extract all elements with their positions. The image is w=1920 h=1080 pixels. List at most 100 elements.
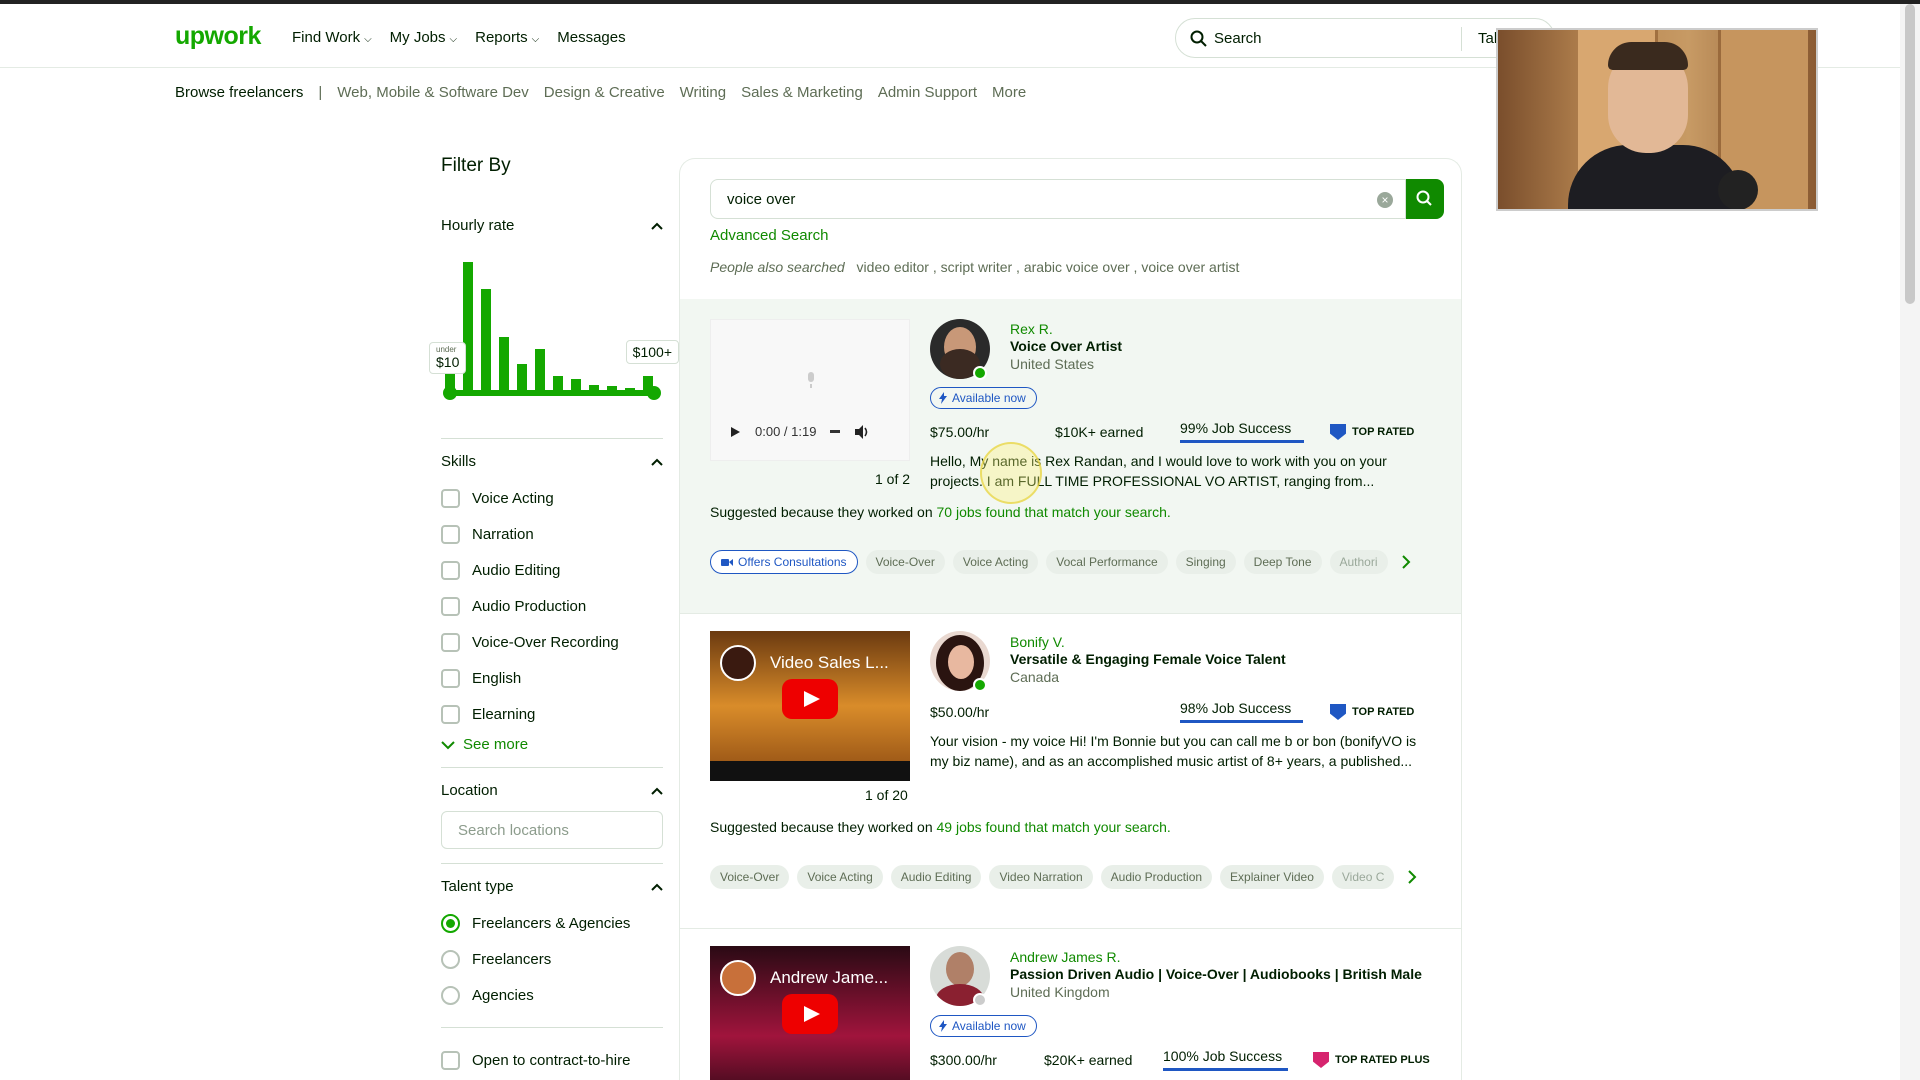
rate-slider-max-handle[interactable] <box>647 386 661 400</box>
category-writing[interactable]: Writing <box>680 84 726 101</box>
talent-agencies-radio[interactable]: Agencies <box>441 977 663 1013</box>
category-sales[interactable]: Sales & Marketing <box>741 84 863 101</box>
people-also-searched: People also searched video editor , scri… <box>710 259 1240 275</box>
skill-audio-production-checkbox[interactable]: Audio Production <box>441 588 663 624</box>
histogram-bar <box>481 289 491 394</box>
freelancer-name[interactable]: Andrew James R. <box>1010 949 1120 965</box>
page-scrollbar[interactable] <box>1900 4 1920 1080</box>
histogram-bar <box>499 337 509 394</box>
cursor-highlight <box>980 442 1042 504</box>
freelancer-title[interactable]: Versatile & Engaging Female Voice Talent <box>1010 651 1286 667</box>
offers-consultations-tag[interactable]: Offers Consultations <box>710 550 858 574</box>
talent-freelancers-agencies-radio[interactable]: Freelancers & Agencies <box>441 905 663 941</box>
skill-tag[interactable]: Audio Editing <box>890 865 982 889</box>
freelancer-card[interactable]: 0:00 / 1:19 1 of 2 Rex R. Voice Over Art… <box>680 299 1461 614</box>
freelancer-card[interactable]: Video Sales L... 1 of 20 Bonify V. Versa… <box>680 614 1461 929</box>
play-icon[interactable] <box>782 994 838 1034</box>
volume-icon[interactable] <box>854 424 870 439</box>
play-icon[interactable] <box>782 679 838 719</box>
video-thumbnail[interactable]: Andrew Jame... <box>710 946 910 1080</box>
matching-jobs-link[interactable]: 49 jobs found that match your search. <box>937 819 1171 835</box>
shield-icon <box>1313 1052 1329 1068</box>
also-searched-link[interactable]: voice over artist <box>1141 259 1239 275</box>
talent-type-header[interactable]: Talent type <box>441 878 663 895</box>
freelancer-title[interactable]: Voice Over Artist <box>1010 338 1122 354</box>
also-searched-link[interactable]: video editor , <box>857 259 937 275</box>
see-more-skills-link[interactable]: See more <box>441 736 663 753</box>
video-thumbnail[interactable]: Video Sales L... <box>710 631 910 781</box>
rate-slider-track[interactable] <box>449 390 655 396</box>
skill-english-checkbox[interactable]: English <box>441 660 663 696</box>
search-scope-dropdown[interactable]: Tal <box>1478 30 1497 47</box>
advanced-search-link[interactable]: Advanced Search <box>710 227 828 244</box>
category-separator: | <box>318 84 323 101</box>
hourly-rate: $50.00/hr <box>930 704 990 720</box>
skill-tag[interactable]: Video Narration <box>989 865 1093 889</box>
top-rated-plus-badge: TOP RATED PLUS <box>1313 1052 1430 1068</box>
freelancer-country: United States <box>1010 356 1095 372</box>
shield-icon <box>1330 704 1346 720</box>
skill-tag[interactable]: Voice Acting <box>952 550 1039 574</box>
chevron-up-icon <box>651 787 663 795</box>
freelancer-card[interactable]: Andrew Jame... Andrew James R. Passion D… <box>680 929 1461 1080</box>
microphone-icon <box>808 372 814 388</box>
skill-tag[interactable]: Audio Production <box>1100 865 1213 889</box>
skill-tag[interactable]: Video C <box>1331 865 1395 889</box>
search-submit-button[interactable] <box>1406 179 1444 219</box>
talent-search-input[interactable]: voice over × <box>710 179 1406 219</box>
category-design[interactable]: Design & Creative <box>544 84 665 101</box>
skill-tag[interactable]: Voice Acting <box>797 865 883 889</box>
skill-elearning-checkbox[interactable]: Elearning <box>441 696 663 732</box>
hourly-rate-histogram: under $10 $100+ <box>429 234 679 424</box>
video-title: Video Sales L... <box>770 653 889 672</box>
play-icon[interactable] <box>729 426 741 438</box>
location-header[interactable]: Location <box>441 782 663 799</box>
upwork-logo[interactable]: upwork <box>175 22 261 51</box>
histogram-bar <box>535 349 545 394</box>
nav-messages[interactable]: Messages <box>557 29 625 46</box>
rate-slider-min-handle[interactable] <box>443 386 457 400</box>
hourly-rate-header[interactable]: Hourly rate <box>441 217 663 234</box>
freelancer-name[interactable]: Bonify V. <box>1010 634 1065 650</box>
skills-header[interactable]: Skills <box>441 453 663 470</box>
skill-narration-checkbox[interactable]: Narration <box>441 516 663 552</box>
freelancer-title[interactable]: Passion Driven Audio | Voice-Over | Audi… <box>1010 966 1422 982</box>
skill-voice-over-recording-checkbox[interactable]: Voice-Over Recording <box>441 624 663 660</box>
browse-freelancers-link[interactable]: Browse freelancers <box>175 84 303 101</box>
chevron-right-icon[interactable] <box>1396 552 1416 572</box>
histogram-bar <box>463 262 473 394</box>
nav-my-jobs[interactable]: My Jobs ⌵ <box>390 29 457 46</box>
skill-tag[interactable]: Voice-Over <box>865 550 945 574</box>
talent-freelancers-radio[interactable]: Freelancers <box>441 941 663 977</box>
also-searched-link[interactable]: script writer , <box>941 259 1020 275</box>
skill-tag[interactable]: Explainer Video <box>1220 865 1324 889</box>
contract-to-hire-checkbox[interactable]: Open to contract-to-hire <box>441 1042 663 1078</box>
scrollbar-thumb[interactable] <box>1905 4 1915 304</box>
media-counter: 1 of 20 <box>865 787 908 803</box>
clear-icon[interactable]: × <box>1377 192 1393 208</box>
nav-reports[interactable]: Reports ⌵ <box>475 29 539 46</box>
skill-tag[interactable]: Voice-Over <box>710 865 790 889</box>
chevron-right-icon[interactable] <box>1402 867 1422 887</box>
skill-voice-acting-checkbox[interactable]: Voice Acting <box>441 480 663 516</box>
nav-find-work[interactable]: Find Work ⌵ <box>292 29 372 46</box>
matching-jobs-link[interactable]: 70 jobs found that match your search. <box>937 504 1171 520</box>
skill-audio-editing-checkbox[interactable]: Audio Editing <box>441 552 663 588</box>
job-success-score: 100% Job Success <box>1163 1048 1288 1071</box>
freelancer-name[interactable]: Rex R. <box>1010 321 1053 337</box>
category-admin[interactable]: Admin Support <box>878 84 977 101</box>
skill-tag[interactable]: Deep Tone <box>1243 550 1322 574</box>
webcam-overlay <box>1496 28 1818 211</box>
skill-tag[interactable]: Vocal Performance <box>1046 550 1168 574</box>
location-search-input[interactable]: Search locations <box>441 811 663 849</box>
skill-tag[interactable]: Authori <box>1329 550 1388 574</box>
also-searched-link[interactable]: arabic voice over , <box>1024 259 1138 275</box>
category-more[interactable]: More <box>992 84 1026 101</box>
video-title: Andrew Jame... <box>770 968 889 987</box>
audio-progress[interactable] <box>830 430 841 433</box>
hourly-rate: $300.00/hr <box>930 1052 997 1068</box>
skill-tag[interactable]: Singing <box>1175 550 1236 574</box>
category-web-dev[interactable]: Web, Mobile & Software Dev <box>337 84 528 101</box>
audio-sample: 0:00 / 1:19 <box>710 319 910 461</box>
global-search-input[interactable]: Search <box>1214 30 1262 47</box>
